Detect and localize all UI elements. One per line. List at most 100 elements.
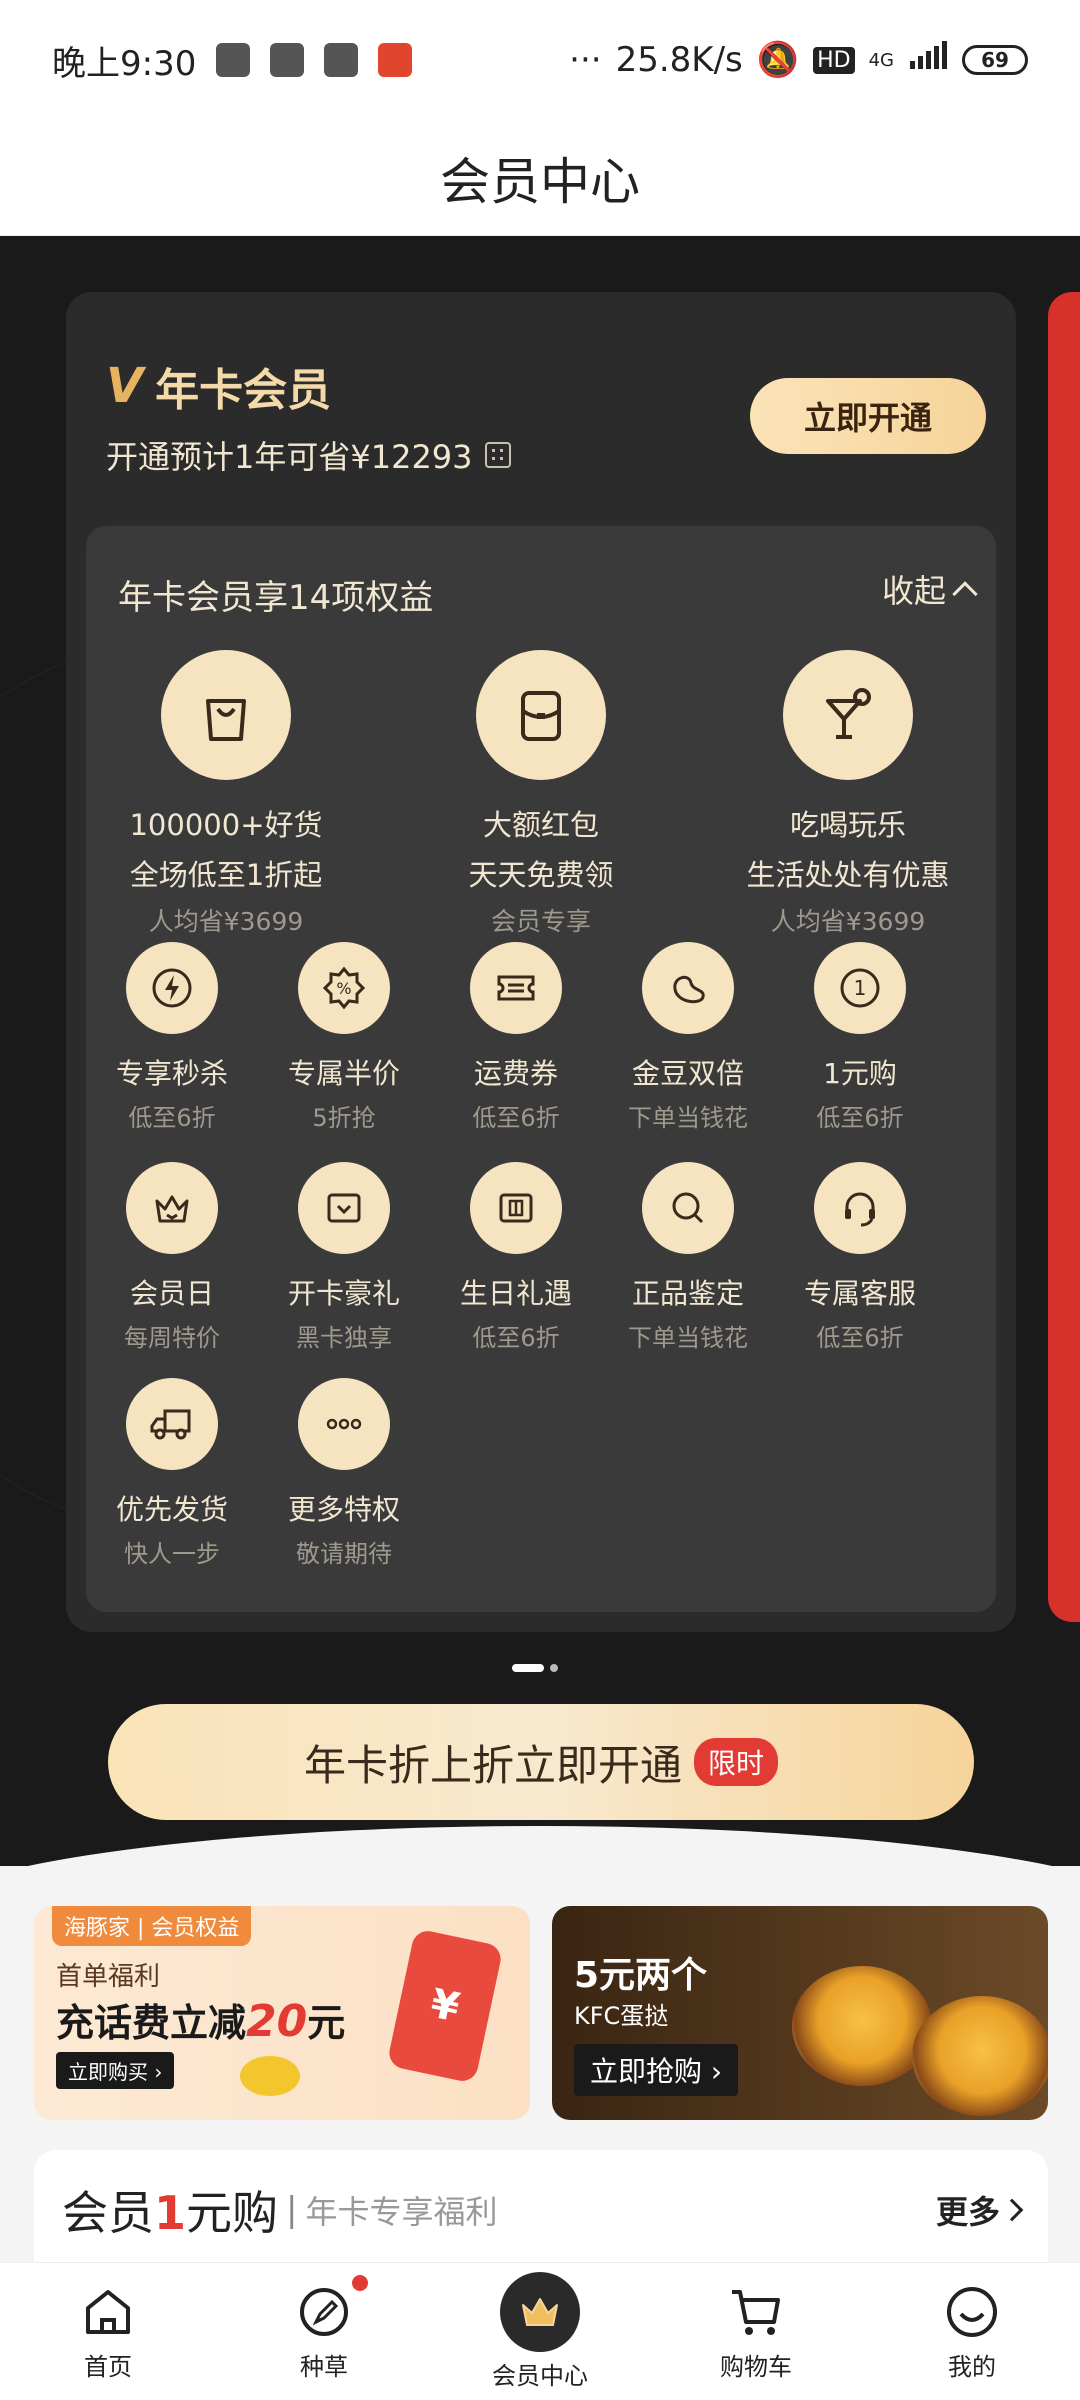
app-icon [270, 43, 305, 77]
benefit-line3: 人均省¥3699 [770, 907, 926, 936]
kfc-egg-tart-banner[interactable]: 5元两个 KFC蛋挞 立即抢购 › [552, 1906, 1048, 2120]
ticket-icon [470, 942, 562, 1034]
benefit-desc: 低至6折 [816, 1324, 904, 1352]
member-dark-section: V 年卡会员 开通预计1年可省¥12293 立即开通 年卡会员享14项权益 收起… [0, 236, 1080, 1866]
benefit-label: 开卡豪礼 [287, 1277, 400, 1310]
one-coin-icon: 1 [814, 942, 906, 1034]
banner-headline-suffix: 元 [307, 2001, 346, 2045]
benefit-small-item[interactable]: 1 1元购 低至6折 [774, 942, 946, 1133]
benefit-line2: 生活处处有优惠 [746, 858, 950, 892]
tab-home[interactable]: 首页 [0, 2263, 216, 2400]
benefit-small-item[interactable]: 优先发货 快人一步 [86, 1378, 258, 1569]
benefit-label: 专属半价 [287, 1057, 400, 1090]
benefit-line3: 人均省¥3699 [148, 907, 304, 936]
benefit-label: 运费券 [473, 1057, 558, 1090]
cart-icon [725, 2281, 787, 2343]
tab-label: 种草 [300, 2353, 348, 2381]
benefit-desc: 下单当钱花 [628, 1324, 748, 1352]
tab-profile[interactable]: 我的 [864, 2263, 1080, 2400]
tab-label: 我的 [948, 2353, 996, 2381]
carousel-dot-active [512, 1664, 544, 1672]
benefit-small-item[interactable]: 运费券 低至6折 [430, 942, 602, 1133]
tab-discover[interactable]: 种草 [216, 2263, 432, 2400]
benefit-small-item[interactable]: 生日礼遇 低至6折 [430, 1162, 602, 1353]
banner-brand-tag: 海豚家 | 会员权益 [52, 1906, 252, 1946]
annual-member-card: V 年卡会员 开通预计1年可省¥12293 立即开通 年卡会员享14项权益 收起… [66, 292, 1016, 1632]
grab-now-button[interactable]: 立即抢购 › [574, 2044, 739, 2096]
tab-label: 首页 [84, 2353, 132, 2381]
one-yuan-section-header: 会员1元购 | 年卡专享福利 更多 [34, 2150, 1048, 2270]
benefit-label: 1元购 [823, 1057, 897, 1090]
calculator-icon[interactable] [484, 442, 511, 468]
benefit-desc: 黑卡独享 [296, 1324, 392, 1352]
section-title-suffix: 元购 [186, 2186, 279, 2240]
benefit-desc: 5折抢 [312, 1104, 376, 1132]
banner-product: KFC蛋挞 [574, 2002, 669, 2030]
benefit-big-item[interactable]: 吃喝玩乐 生活处处有优惠 人均省¥3699 [698, 650, 998, 938]
benefit-desc: 敬请期待 [296, 1540, 392, 1568]
card-title: 年卡会员 [155, 365, 332, 416]
benefit-desc: 低至6折 [128, 1104, 216, 1132]
egg-tart-image [792, 1966, 932, 2086]
phone-recharge-banner[interactable]: 海豚家 | 会员权益 首单福利 充话费立减20元 立即购买 › ¥ [34, 1906, 530, 2120]
benefit-small-item[interactable]: 专享秒杀 低至6折 [86, 942, 258, 1133]
card-title-row: V 年卡会员 [106, 354, 331, 418]
benefit-small-item[interactable]: 正品鉴定 下单当钱花 [602, 1162, 774, 1353]
benefit-line2: 天天免费领 [468, 858, 614, 892]
headset-icon [814, 1162, 906, 1254]
benefit-big-item[interactable]: 大额红包 天天免费领 会员专享 [391, 650, 691, 938]
mute-icon: 🔕 [756, 40, 800, 80]
carousel-indicator [512, 1664, 558, 1672]
benefit-label: 生日礼遇 [459, 1277, 572, 1310]
open-now-button[interactable]: 立即开通 [750, 378, 986, 454]
bean-icon [642, 942, 734, 1034]
benefit-line1: 100000+好货 [129, 808, 323, 842]
tab-member-center[interactable]: 会员中心 [432, 2263, 648, 2400]
benefit-small-item[interactable]: % 专属半价 5折抢 [258, 942, 430, 1133]
benefit-desc: 下单当钱花 [628, 1104, 748, 1132]
collapse-button[interactable]: 收起 [881, 566, 978, 612]
notification-dot [352, 2275, 368, 2291]
benefit-desc: 快人一步 [124, 1540, 220, 1568]
benefit-label: 专享秒杀 [115, 1057, 228, 1090]
tab-cart[interactable]: 购物车 [648, 2263, 864, 2400]
benefit-small-item[interactable]: 开卡豪礼 黑卡独享 [258, 1162, 430, 1353]
more-dots-icon [298, 1378, 390, 1470]
section-title: 会员1元购 [62, 2177, 278, 2243]
more-link[interactable]: 更多 [936, 2187, 1024, 2233]
buy-now-button[interactable]: 立即购买 › [56, 2052, 175, 2089]
benefit-small-item[interactable]: 金豆双倍 下单当钱花 [602, 942, 774, 1133]
news-icon [378, 43, 413, 77]
benefit-small-item[interactable]: 会员日 每周特价 [86, 1162, 258, 1353]
benefit-label: 专属客服 [803, 1277, 916, 1310]
home-icon [77, 2281, 139, 2343]
card-subtitle-row: 开通预计1年可省¥12293 [106, 432, 511, 478]
cocktail-icon [783, 650, 913, 780]
benefit-label: 优先发货 [115, 1493, 228, 1526]
status-time: 晚上9:30 [52, 43, 197, 84]
collapse-label: 收起 [881, 572, 946, 610]
benefit-label: 金豆双倍 [631, 1057, 744, 1090]
main-button-label: 年卡折上折立即开通 [303, 1740, 682, 1790]
benefit-line1: 大额红包 [482, 808, 599, 842]
section-subtitle: 年卡专享福利 [305, 2193, 498, 2231]
birthday-gift-icon [470, 1162, 562, 1254]
benefits-panel: 年卡会员享14项权益 收起 100000+好货 全场低至1折起 人均省¥3699… [86, 526, 996, 1612]
status-bar: 晚上9:30 ··· 25.8K/s 🔕 HD 4G 69 [0, 0, 1080, 120]
benefit-small-item[interactable]: 专属客服 低至6折 [774, 1162, 946, 1353]
annual-card-open-button[interactable]: 年卡折上折立即开通 限时 [108, 1704, 974, 1820]
banner-headline: 充话费立减20元 [56, 1992, 345, 2047]
tab-label: 会员中心 [492, 2362, 588, 2390]
benefit-desc: 低至6折 [816, 1104, 904, 1132]
benefit-big-item[interactable]: 100000+好货 全场低至1折起 人均省¥3699 [76, 650, 376, 938]
benefit-small-item[interactable]: 更多特权 敬请期待 [258, 1378, 430, 1569]
benefit-line3: 会员专享 [490, 907, 591, 936]
benefit-desc: 每周特价 [124, 1324, 220, 1352]
benefit-line2: 全场低至1折起 [129, 858, 323, 892]
section-title-number: 1 [154, 2186, 187, 2240]
carousel-dot [550, 1664, 558, 1672]
next-card-peek[interactable] [1048, 292, 1080, 1622]
phone-icon: ¥ [386, 1928, 504, 2084]
banner-headline-amount: 20 [246, 1996, 308, 2047]
benefit-desc: 低至6折 [472, 1324, 560, 1352]
